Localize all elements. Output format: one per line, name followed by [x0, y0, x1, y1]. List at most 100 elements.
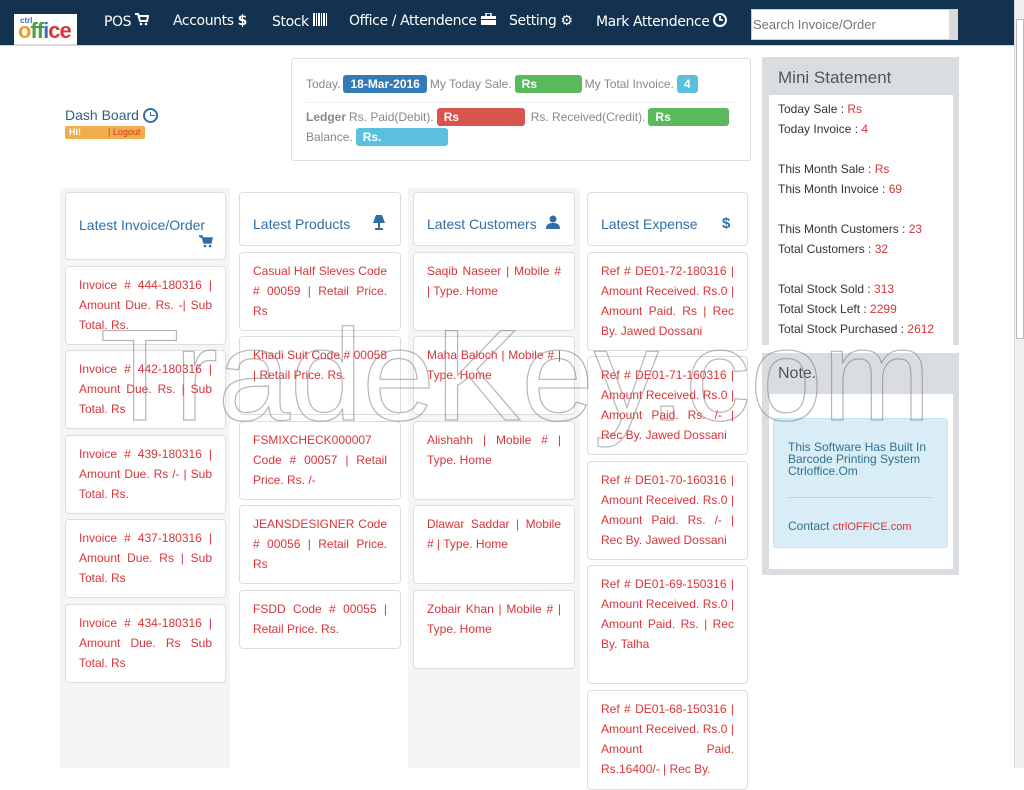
nav-setting[interactable]: Setting ⚙: [509, 13, 573, 29]
product-list-item[interactable]: Casual Half Sleves Code # 00059 | Retail…: [239, 252, 401, 331]
invoice-list-item[interactable]: Invoice # 439-180316 | Amount Due. Rs /-…: [65, 435, 226, 514]
product-list-item[interactable]: FSDD Code # 00055 | Retail Price. Rs.: [239, 590, 401, 649]
nav-accounts[interactable]: Accounts $: [173, 13, 247, 29]
stat-label: This Month Invoice :: [778, 182, 889, 196]
contact-label: Contact: [788, 519, 833, 533]
product-list-item[interactable]: Khadi Suit Code # 00058 | Retail Price. …: [239, 336, 401, 415]
page-scrollbar[interactable]: [1014, 0, 1024, 768]
dollar-icon: $: [237, 13, 248, 29]
greeting-text: Hi!: [69, 127, 81, 137]
customer-list-item[interactable]: Alishahh | Mobile # | Type. Home: [413, 421, 575, 500]
product-item-text: Casual Half Sleves Code # 00059 | Retail…: [253, 264, 387, 318]
gear-icon: ⚙: [560, 13, 573, 29]
note-panel: Note. This Software Has Built In Barcode…: [762, 353, 959, 575]
expense-list-item[interactable]: Ref # DE01-72-180316 | Amount Received. …: [587, 252, 748, 351]
expense-list-item[interactable]: Ref # DE01-70-160316 | Amount Received. …: [587, 461, 748, 560]
customer-list-item[interactable]: Maha Baloch | Mobile # | Type. Home: [413, 336, 575, 415]
total-invoice-badge: 4: [676, 75, 698, 93]
stat-value: 32: [874, 242, 889, 256]
stat-today-sale: Today Sale : Rs: [778, 101, 944, 121]
stat-month-sale: This Month Sale : Rs: [778, 161, 944, 181]
logout-link[interactable]: | Logout: [108, 127, 140, 137]
customer-item-text: Maha Baloch | Mobile # | Type. Home: [427, 348, 561, 382]
expense-list-item[interactable]: Ref # DE01-69-150316 | Amount Received. …: [587, 565, 748, 684]
expense-item-text: Ref # DE01-72-180316 | Amount Received. …: [601, 264, 734, 338]
nav-stock-label: Stock: [272, 13, 309, 30]
nav-mark-attendence[interactable]: Mark Attendence: [596, 13, 728, 31]
summary-divider: [306, 102, 736, 103]
invoice-list-item[interactable]: Invoice # 442-180316 | Amount Due. Rs. |…: [65, 350, 226, 429]
mini-statement-panel: Mini Statement Today Sale : Rs Today Inv…: [762, 57, 959, 345]
ledger-label: Ledger: [306, 110, 347, 124]
latest-products-title: Latest Products: [253, 216, 351, 232]
received-credit-badge: Rs: [648, 108, 730, 126]
today-date-badge: 18-Mar-2016: [343, 75, 427, 93]
dashboard-title-text: Dash Board: [65, 107, 139, 123]
product-list-item[interactable]: FSMIXCHECK000007 Code # 00057 | Retail P…: [239, 421, 401, 500]
stat-label: This Month Customers :: [778, 222, 909, 236]
scrollbar-thumb[interactable]: [1016, 19, 1024, 339]
user-greeting-badge: Hi! | Logout: [65, 126, 145, 139]
stat-stock-sold: Total Stock Sold : 313: [778, 281, 944, 301]
stat-month-invoice: This Month Invoice : 69: [778, 181, 944, 201]
customer-list-item[interactable]: Zobair Khan | Mobile # | Type. Home: [413, 590, 575, 669]
stat-value: 69: [888, 182, 903, 196]
nav-stock[interactable]: Stock: [272, 13, 327, 30]
product-item-text: Khadi Suit Code # 00058 | Retail Price. …: [253, 348, 387, 382]
stat-label: Today Invoice :: [778, 122, 862, 136]
note-message: This Software Has Built In Barcode Print…: [788, 440, 927, 478]
expense-list-item[interactable]: Ref # DE01-71-160316 | Amount Received. …: [587, 356, 748, 455]
expense-item-text: Ref # DE01-71-160316 | Amount Received. …: [601, 368, 734, 442]
stat-total-customers: Total Customers : 32: [778, 241, 944, 261]
expense-item-text: Ref # DE01-68-150316 | Amount Received. …: [601, 702, 734, 776]
balance-badge: Rs.: [355, 128, 448, 146]
contact-link[interactable]: ctrlOFFICE.com: [833, 521, 912, 533]
latest-products-header: Latest Products: [239, 192, 401, 246]
invoice-item-text: Invoice # 437-180316 | Amount Due. Rs | …: [79, 531, 212, 585]
invoice-list-item[interactable]: Invoice # 434-180316 | Amount Due. Rs Su…: [65, 604, 226, 683]
nav-mark-attendence-label: Mark Attendence: [596, 14, 710, 30]
stat-label: Total Stock Purchased :: [778, 322, 908, 336]
stat-value: Rs: [874, 162, 890, 176]
invoice-list-item[interactable]: Invoice # 444-180316 | Amount Due. Rs. -…: [65, 266, 226, 345]
shopping-cart-icon: [198, 235, 213, 251]
stat-today-invoice: Today Invoice : 4: [778, 121, 944, 141]
invoice-item-text: Invoice # 442-180316 | Amount Due. Rs. |…: [79, 362, 212, 416]
customer-list-item[interactable]: Dlawar Saddar | Mobile # | Type. Home: [413, 505, 575, 584]
dashboard-gauge-icon: [142, 107, 158, 123]
note-divider: [788, 497, 933, 498]
stat-label: Today Sale :: [778, 102, 848, 116]
received-credit-label: Rs. Received(Credit).: [530, 110, 646, 124]
paid-debit-label: Rs. Paid(Debit).: [349, 110, 434, 124]
stat-label: Total Customers :: [778, 242, 875, 256]
latest-customers-header: Latest Customers: [413, 192, 575, 246]
user-icon: [546, 215, 560, 232]
customer-list-item[interactable]: Saqib Naseer | Mobile # | Type. Home: [413, 252, 575, 331]
search-invoice-input[interactable]: [751, 9, 958, 40]
note-contact: Contact ctrlOFFICE.com: [788, 520, 933, 533]
latest-expense-title: Latest Expense: [601, 216, 698, 232]
nav-pos[interactable]: POS: [104, 13, 150, 30]
briefcase-icon: [480, 12, 496, 29]
nav-office-attendence[interactable]: Office / Attendence: [349, 12, 496, 29]
latest-invoice-title: Latest Invoice/Order: [79, 217, 206, 233]
stat-stock-purchased: Total Stock Purchased : 2612: [778, 321, 944, 341]
product-list-item[interactable]: JEANSDESIGNER Code # 00056 | Retail Pric…: [239, 505, 401, 584]
expense-item-text: Ref # DE01-70-160316 | Amount Received. …: [601, 473, 734, 547]
note-body: This Software Has Built In Barcode Print…: [769, 394, 953, 569]
product-item-text: FSDD Code # 00055 | Retail Price. Rs.: [253, 602, 387, 636]
invoice-list-item[interactable]: Invoice # 437-180316 | Amount Due. Rs | …: [65, 519, 226, 598]
product-item-text: FSMIXCHECK000007 Code # 00057 | Retail P…: [253, 433, 387, 487]
app-logo[interactable]: ctrl office: [14, 14, 77, 46]
stat-label: This Month Sale :: [778, 162, 875, 176]
expense-list-item[interactable]: Ref # DE01-68-150316 | Amount Received. …: [587, 690, 748, 790]
barcode-icon: [312, 13, 327, 30]
stat-value: 2612: [907, 322, 935, 336]
total-invoice-label: My Total Invoice.: [584, 77, 674, 91]
customer-item-text: Alishahh | Mobile # | Type. Home: [427, 433, 561, 467]
dollar-icon: $: [722, 215, 731, 232]
customer-item-text: Saqib Naseer | Mobile # | Type. Home: [427, 264, 561, 298]
nav-pos-label: POS: [104, 13, 132, 30]
customer-item-text: Zobair Khan | Mobile # | Type. Home: [427, 602, 561, 636]
paid-debit-badge: Rs: [436, 108, 525, 126]
